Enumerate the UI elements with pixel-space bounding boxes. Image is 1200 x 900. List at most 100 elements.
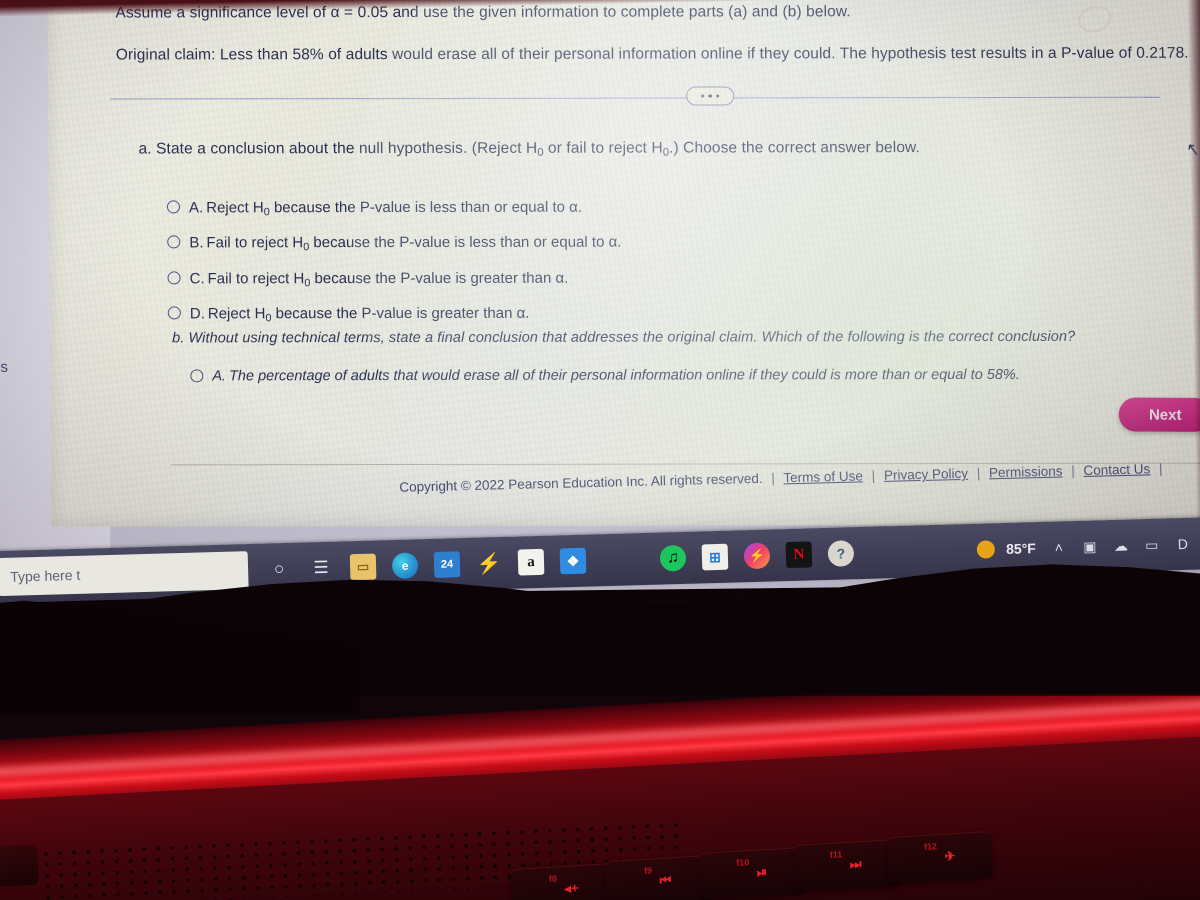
messenger-icon[interactable]: ⚡ <box>739 538 774 573</box>
radio-button-b-a[interactable] <box>190 369 204 383</box>
weather-24-icon[interactable]: 24 <box>430 547 465 582</box>
key-f9-label: f9 <box>643 865 653 876</box>
expand-ellipsis-button[interactable] <box>686 86 735 106</box>
onedrive-cloud-icon[interactable]: ☁ <box>1108 533 1133 558</box>
option-a-sub: 0 <box>263 206 270 219</box>
key-f9-prev[interactable]: f9 ⏮ <box>604 854 712 900</box>
permissions-link[interactable]: Permissions <box>989 464 1063 481</box>
amazon-glyph: a <box>517 548 545 576</box>
part-a-prompt: a. State a conclusion about the null hyp… <box>138 137 1038 161</box>
option-c-post: because the P-value is greater than α. <box>310 269 569 288</box>
part-a-prompt-mid: or fail to reject H <box>543 139 663 157</box>
dot-1-icon <box>700 94 705 98</box>
part-b-prompt: b. Without using technical terms, state … <box>171 328 1076 347</box>
option-d-pre: Reject H <box>207 305 266 323</box>
option-c-letter: C. <box>189 270 205 288</box>
footer-sep-2: | <box>871 468 876 484</box>
radio-button-d[interactable] <box>167 306 181 320</box>
footer-copyright: Copyright © 2022 Pearson Education Inc. … <box>399 461 1168 495</box>
option-b-sub: 0 <box>303 241 310 254</box>
battery-icon[interactable]: ▭ <box>1139 533 1164 558</box>
dot-2-icon <box>708 94 712 98</box>
option-d-letter: D. <box>189 305 205 323</box>
store-glyph: ⊞ <box>701 543 729 571</box>
part-a-option-d[interactable]: D. Reject H0 because the P-value is great… <box>167 304 530 325</box>
weather-temperature[interactable]: 85°F <box>1006 540 1036 557</box>
play-pause-icon: ⏯ <box>756 864 768 880</box>
mouse-cursor-icon: ↖ <box>1184 139 1200 160</box>
taskbar-icon-group: ○ ☰ ▭ e 24 ⚡ a ❖ ♫ ⊞ ⚡ N ? <box>262 536 859 587</box>
dropbox-glyph: ❖ <box>559 547 587 575</box>
edge-glyph: e <box>391 552 419 580</box>
section-divider <box>110 96 1161 100</box>
option-a-post: because the P-value is less than or equa… <box>269 198 583 217</box>
footer-sep-1: | <box>771 470 776 486</box>
netflix-glyph: N <box>785 541 813 569</box>
dot-3-icon <box>715 94 720 98</box>
file-explorer-icon[interactable]: ▭ <box>346 549 381 584</box>
part-b-option-a[interactable]: A. The percentage of adults that would er… <box>190 366 1020 386</box>
option-b-pre: Fail to reject H <box>206 234 304 252</box>
footer-sep-3: | <box>976 465 981 481</box>
option-d-sub: 0 <box>265 312 272 325</box>
office-icon[interactable]: D <box>1170 532 1195 557</box>
help-icon[interactable]: ? <box>823 536 858 571</box>
photo-of-laptop: hp f8 ◂+ f9 ⏮ f10 ⏯ f11 ⏭ f12 ✈ es ons ›… <box>0 0 1200 900</box>
radio-button-c[interactable] <box>167 271 181 285</box>
footer-sep-4: | <box>1071 463 1075 479</box>
question-prompt-line-2: Original claim: Less than 58% of adults … <box>115 44 1189 64</box>
airplane-mode-icon: ✈ <box>944 848 956 864</box>
key-f12-airplane[interactable]: f12 ✈ <box>886 830 994 884</box>
dropbox-icon[interactable]: ❖ <box>556 544 591 579</box>
camera-icon[interactable]: ▣ <box>1077 534 1102 559</box>
key-f11-next[interactable]: f11 ⏭ <box>792 838 900 892</box>
part-a-option-b[interactable]: B. Fail to reject H0 because the P-value … <box>167 233 621 253</box>
key-f10-play[interactable]: f10 ⏯ <box>698 846 806 900</box>
part-a-sub-2: 0 <box>662 146 670 159</box>
question-panel: Assume a significance level of α = 0.05 … <box>47 0 1200 527</box>
contact-us-link[interactable]: Contact Us <box>1083 461 1150 478</box>
show-hidden-icons-chevron[interactable]: ˄ <box>1046 535 1071 560</box>
weather-orb-icon[interactable] <box>976 540 996 559</box>
task-view-icon[interactable]: ☰ <box>304 551 339 586</box>
radio-button-a[interactable] <box>166 200 181 214</box>
key-f11-label: f11 <box>829 849 843 860</box>
spotify-glyph: ♫ <box>659 544 687 572</box>
next-button[interactable]: Next <box>1118 397 1200 432</box>
spotify-icon[interactable]: ♫ <box>656 541 691 576</box>
copyright-text: Copyright © 2022 Pearson Education Inc. … <box>399 470 763 495</box>
privacy-policy-link[interactable]: Privacy Policy <box>884 466 968 483</box>
microsoft-edge-icon[interactable]: e <box>388 548 423 583</box>
part-a-option-b-text: B. Fail to reject H0 because the P-value … <box>189 233 621 254</box>
cortana-circle-icon[interactable]: ○ <box>262 552 297 587</box>
key-escape[interactable] <box>0 844 40 888</box>
microsoft-store-icon[interactable]: ⊞ <box>697 540 732 575</box>
terms-of-use-link[interactable]: Terms of Use <box>783 468 863 485</box>
part-b-option-a-text: A. The percentage of adults that would er… <box>212 366 1020 386</box>
part-a-option-a-text: A. Reject H0 because the P-value is less … <box>188 198 583 219</box>
folder-glyph: ▭ <box>349 553 377 581</box>
radio-button-b[interactable] <box>167 235 181 249</box>
part-a-prompt-pre: a. State a conclusion about the null hyp… <box>138 139 538 158</box>
option-a-letter: A. <box>188 199 204 217</box>
key-f8-label: f8 <box>548 873 558 884</box>
next-track-icon: ⏭ <box>849 856 862 872</box>
option-b-letter: B. <box>189 234 204 252</box>
key-f8-volume[interactable]: f8 ◂+ <box>510 862 618 900</box>
taskbar-search-input[interactable]: Type here t <box>0 551 249 597</box>
part-a-option-c-text: C. Fail to reject H0 because the P-value … <box>189 269 569 289</box>
messenger-glyph: ⚡ <box>743 542 771 570</box>
part-a-option-c[interactable]: C. Fail to reject H0 because the P-value … <box>167 269 568 289</box>
option-d-post: because the P-value is greater than α. <box>271 304 530 323</box>
lightning-bolt-icon[interactable]: ⚡ <box>472 546 507 581</box>
part-a-prompt-post: .) Choose the correct answer below. <box>669 139 920 157</box>
part-a-sub-1: 0 <box>537 146 544 159</box>
screen-glare <box>346 0 1113 527</box>
screen-moire-overlay <box>47 0 1200 527</box>
netflix-icon[interactable]: N <box>781 537 816 572</box>
part-a-option-a[interactable]: A. Reject H0 because the P-value is less … <box>166 198 583 219</box>
footer-sep-5: | <box>1158 461 1163 477</box>
amazon-icon[interactable]: a <box>514 545 549 580</box>
previous-track-icon: ⏮ <box>659 872 672 888</box>
sidebar-item-fragment-options[interactable]: ons <box>0 359 8 376</box>
